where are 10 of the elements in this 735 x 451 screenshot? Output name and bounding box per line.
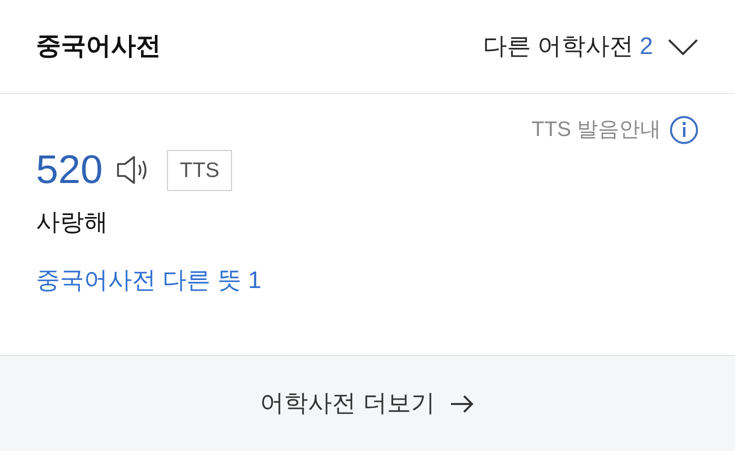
tts-button[interactable]: TTS bbox=[166, 150, 232, 191]
chevron-down-icon bbox=[667, 38, 699, 56]
entry-meaning: 사랑해 bbox=[36, 208, 109, 238]
other-dictionaries-button[interactable]: 다른 어학사전 2 bbox=[482, 28, 699, 64]
dictionary-title: 중국어사전 bbox=[36, 30, 161, 62]
arrow-right-icon bbox=[448, 394, 475, 414]
other-meanings-link[interactable]: 중국어사전 다른 뜻 1 bbox=[36, 263, 699, 299]
info-icon[interactable] bbox=[669, 114, 699, 145]
entry-word: 520 bbox=[36, 150, 103, 190]
more-dictionary-button[interactable]: 어학사전 더보기 bbox=[260, 386, 475, 422]
